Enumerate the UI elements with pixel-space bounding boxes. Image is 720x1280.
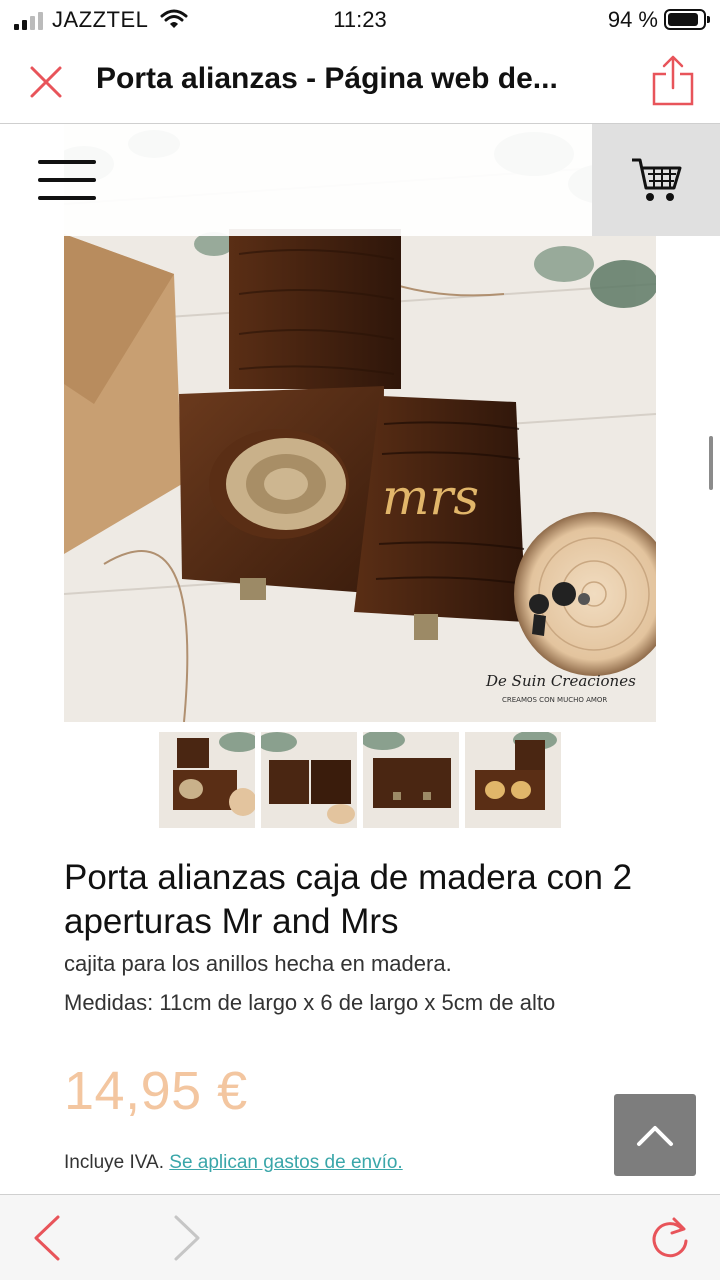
chevron-right-icon[interactable] bbox=[168, 1213, 208, 1263]
engraved-text: mrs bbox=[382, 468, 479, 526]
tax-text: Incluye IVA. bbox=[64, 1152, 164, 1173]
product-measurements: Medidas: 11cm de largo x 6 de largo x 5c… bbox=[64, 990, 556, 1015]
status-bar: JAZZTEL 11:23 94 % bbox=[0, 0, 720, 40]
chevron-left-icon[interactable] bbox=[28, 1213, 68, 1263]
product-title: Porta alianzas caja de madera con 2 aper… bbox=[64, 858, 633, 941]
share-icon[interactable] bbox=[650, 54, 696, 108]
battery-icon bbox=[664, 9, 710, 30]
cart-button[interactable] bbox=[592, 124, 720, 236]
thumbnail-strip bbox=[159, 732, 561, 828]
watermark-tagline: CREAMOS CON MUCHO AMOR bbox=[502, 696, 607, 704]
tax-info: Incluye IVA. Se aplican gastos de envío. bbox=[64, 1152, 403, 1174]
watermark-brand: De Suin Creaciones bbox=[485, 672, 636, 690]
cart-icon bbox=[632, 158, 682, 201]
thumbnail-4[interactable] bbox=[465, 732, 561, 828]
browser-toolbar bbox=[0, 1194, 720, 1280]
scroll-indicator[interactable] bbox=[709, 436, 713, 490]
battery-percentage: 94 % bbox=[607, 7, 658, 32]
chevron-up-icon bbox=[637, 1126, 673, 1146]
hamburger-menu-icon[interactable] bbox=[38, 160, 96, 200]
product-price: 14,95 € bbox=[64, 1061, 248, 1121]
scroll-to-top-button[interactable] bbox=[614, 1094, 696, 1176]
thumbnail-3[interactable] bbox=[363, 732, 459, 828]
shipping-link[interactable]: Se aplican gastos de envío. bbox=[169, 1152, 402, 1173]
reload-icon[interactable] bbox=[648, 1215, 692, 1261]
page-title: Porta alianzas - Página web de... bbox=[96, 62, 558, 95]
browser-header: Porta alianzas - Página web de... bbox=[0, 40, 720, 124]
close-icon[interactable] bbox=[24, 60, 68, 104]
product-description: cajita para los anillos hecha en madera. bbox=[64, 951, 452, 976]
thumbnail-2[interactable] bbox=[261, 732, 357, 828]
site-header bbox=[0, 124, 720, 236]
thumbnail-1[interactable] bbox=[159, 732, 255, 828]
